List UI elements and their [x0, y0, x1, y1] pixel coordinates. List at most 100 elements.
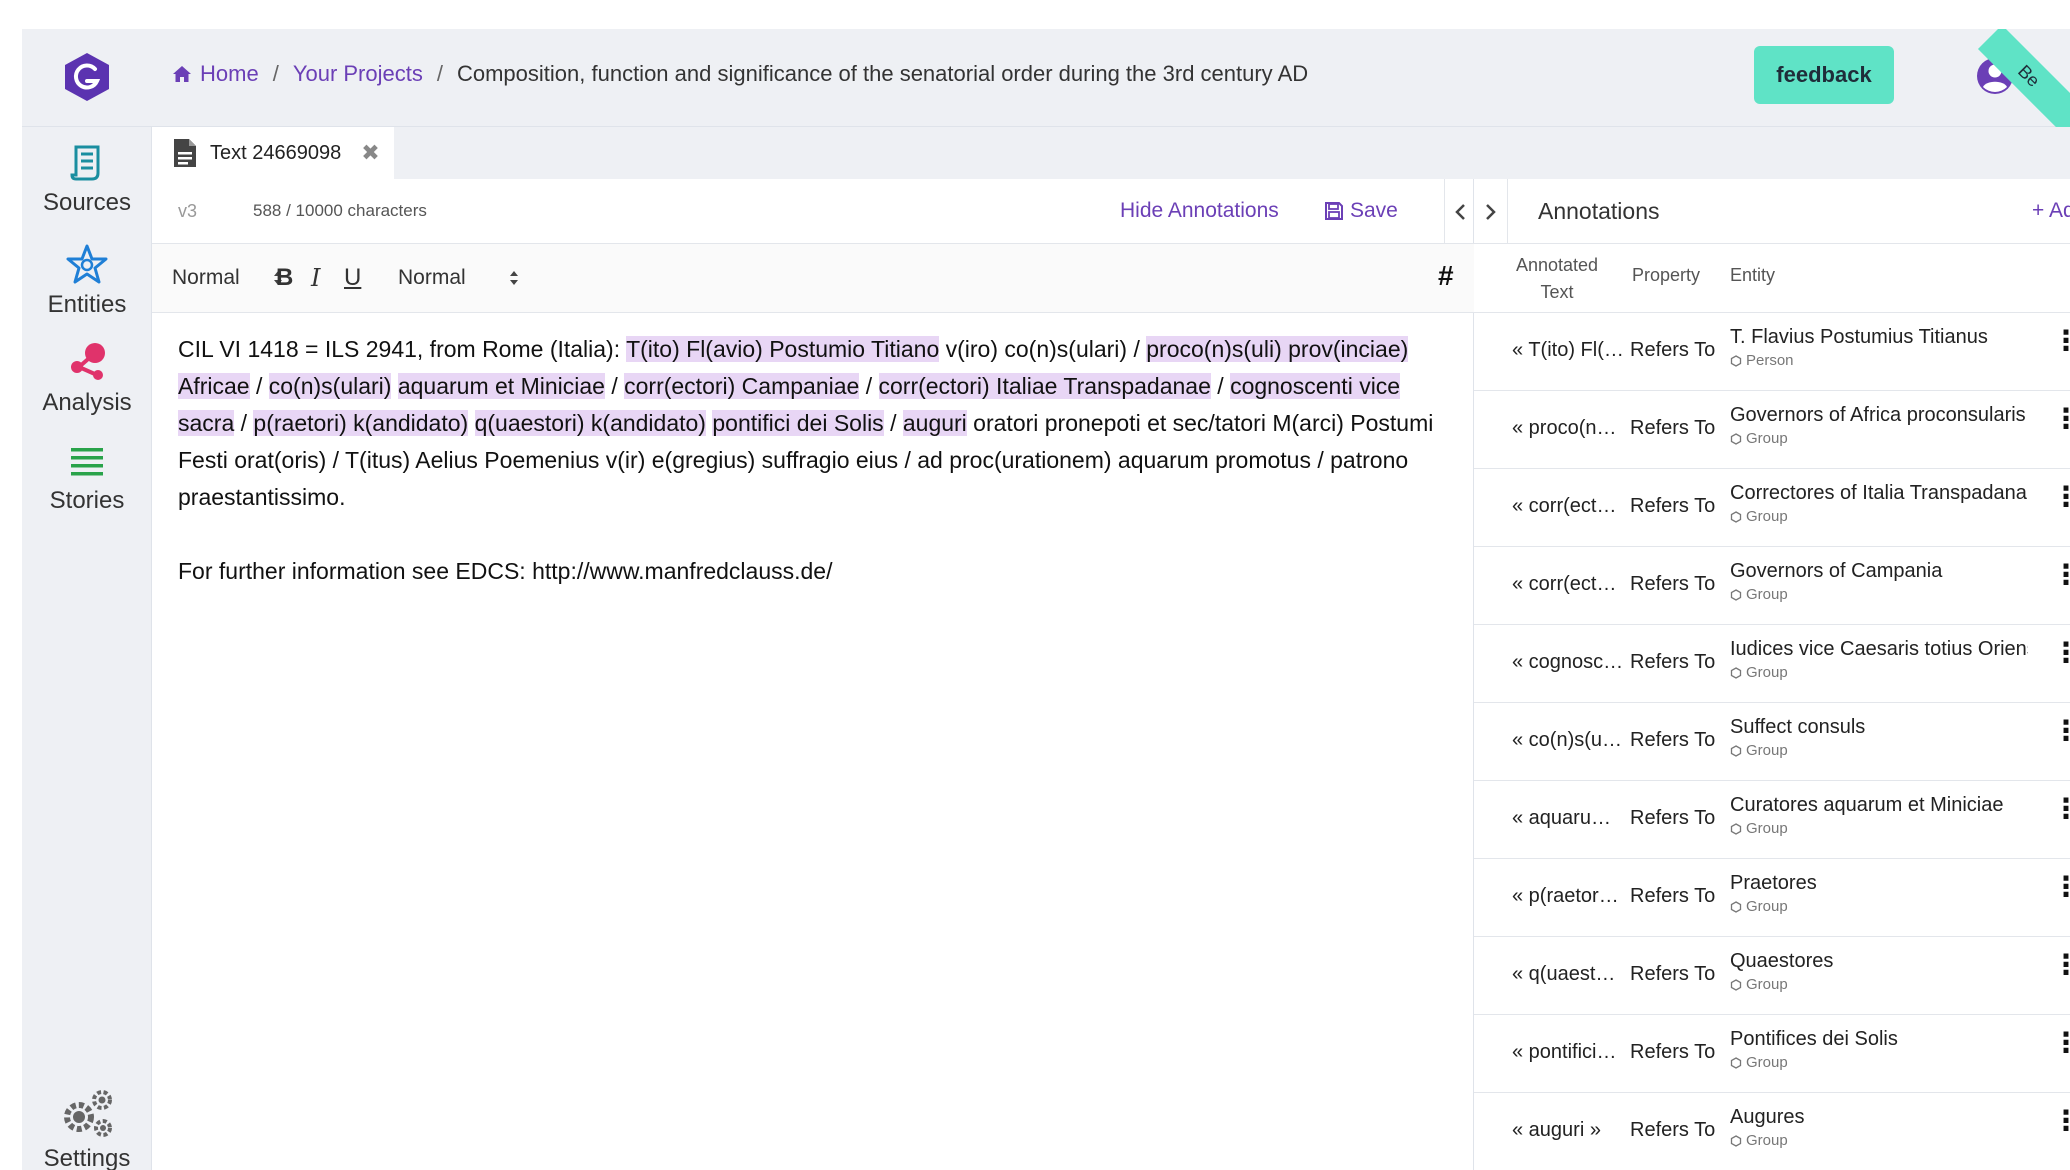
- annotation-highlight[interactable]: co(n)s(ulari): [268, 373, 392, 399]
- sidebar-item-sources[interactable]: Sources: [22, 143, 152, 217]
- annotation-highlight[interactable]: pontifici dei Solis: [712, 410, 884, 436]
- annotated-text-cell[interactable]: « proco(n…: [1512, 417, 1628, 440]
- entity-type: Group: [1730, 976, 2028, 993]
- entity-cell[interactable]: Correctores of Italia Transpadana Group: [1730, 482, 2028, 525]
- app-logo-icon[interactable]: [62, 51, 112, 103]
- entity-cell[interactable]: Curatores aquarum et Miniciae Group: [1730, 794, 2028, 837]
- kebab-menu-icon[interactable]: ⋮: [2052, 327, 2070, 355]
- property-cell: Refers To: [1630, 1041, 1716, 1063]
- entity-cell[interactable]: Praetores Group: [1730, 872, 2028, 915]
- italic-button[interactable]: I: [311, 264, 320, 292]
- annotation-highlight[interactable]: p(raetori) k(andidato): [253, 410, 469, 436]
- entity-cell[interactable]: Augures Group: [1730, 1106, 2028, 1149]
- sidebar-item-entities[interactable]: Entities: [22, 243, 152, 319]
- table-row[interactable]: « aquaru… Refers To Curatores aquarum et M…: [1474, 781, 2070, 859]
- table-row[interactable]: « pontifici… Refers To Pontifices dei Soli…: [1474, 1015, 2070, 1093]
- heading-select[interactable]: Normal: [172, 266, 284, 290]
- entity-type: Group: [1730, 742, 2028, 759]
- plain-text: /: [249, 373, 269, 399]
- table-row[interactable]: « q(uaest… Refers To Quaestores Group ⋮: [1474, 937, 2070, 1015]
- tab-strip: Text 24669098 ✖: [152, 127, 2070, 179]
- tab-text-document[interactable]: Text 24669098 ✖: [152, 127, 394, 179]
- text-editor: v3 588 / 10000 characters Hide Annotatio…: [152, 179, 1474, 1170]
- annotated-text-cell[interactable]: « corr(ect…: [1512, 573, 1628, 596]
- feedback-button[interactable]: feedback: [1754, 46, 1894, 104]
- annotation-highlight[interactable]: corr(ectori) Campaniae: [624, 373, 860, 399]
- kebab-menu-icon[interactable]: ⋮: [2052, 561, 2070, 589]
- table-row[interactable]: « p(raetor… Refers To Praetores Group ⋮: [1474, 859, 2070, 937]
- annotated-text-cell[interactable]: « corr(ect…: [1512, 495, 1628, 518]
- scroll-icon: [70, 145, 100, 181]
- annotation-highlight[interactable]: auguri: [902, 410, 967, 436]
- sidebar-item-label: Settings: [43, 1145, 131, 1170]
- breadcrumb-home[interactable]: Home: [172, 61, 259, 87]
- hide-annotations-button[interactable]: Hide Annotations: [1120, 199, 1279, 223]
- table-row[interactable]: « corr(ect… Refers To Correctores of Itali…: [1474, 469, 2070, 547]
- home-icon: [173, 66, 191, 82]
- entity-cell[interactable]: Iudices vice Caesaris totius Oriens Group: [1730, 638, 2028, 681]
- annotated-text-cell[interactable]: « auguri »: [1512, 1119, 1628, 1142]
- kebab-menu-icon[interactable]: ⋮: [2052, 639, 2070, 667]
- kebab-menu-icon[interactable]: ⋮: [2052, 1029, 2070, 1057]
- annotated-text-cell[interactable]: « q(uaest…: [1512, 963, 1628, 986]
- kebab-menu-icon[interactable]: ⋮: [2052, 873, 2070, 901]
- document-icon: [174, 139, 196, 167]
- sidebar-item-analysis[interactable]: Analysis: [22, 341, 152, 417]
- sidebar-item-stories[interactable]: Stories: [22, 441, 152, 515]
- entity-cell[interactable]: Pontifices dei Solis Group: [1730, 1028, 2028, 1071]
- table-row[interactable]: « auguri » Refers To Augures Group ⋮: [1474, 1093, 2070, 1170]
- entity-name: T. Flavius Postumius Titianus: [1730, 326, 1988, 348]
- kebab-menu-icon[interactable]: ⋮: [2052, 951, 2070, 979]
- entity-type: Group: [1730, 1054, 2028, 1071]
- plain-text: [391, 373, 397, 399]
- entity-cell[interactable]: Governors of Africa proconsularis Group: [1730, 404, 2028, 447]
- underline-button[interactable]: U: [344, 264, 361, 292]
- table-row[interactable]: « co(n)s(u… Refers To Suffect consuls Group…: [1474, 703, 2070, 781]
- column-header-property[interactable]: Property: [1632, 265, 1700, 286]
- annotation-highlight[interactable]: corr(ectori) Italiae Transpadanae: [878, 373, 1211, 399]
- entity-cell[interactable]: Quaestores Group: [1730, 950, 2028, 993]
- bold-button[interactable]: B: [276, 264, 293, 292]
- expand-panel-button[interactable]: [1474, 179, 1508, 244]
- hashtag-button[interactable]: #: [1438, 260, 1454, 292]
- table-row[interactable]: « proco(n… Refers To Governors of Africa p…: [1474, 391, 2070, 469]
- entity-cell[interactable]: Suffect consuls Group: [1730, 716, 2028, 759]
- column-header-annotated-text[interactable]: Annotated Text: [1512, 252, 1602, 306]
- collapse-editor-button[interactable]: [1444, 179, 1474, 244]
- table-row[interactable]: « cognosc… Refers To Iudices vice Caesaris…: [1474, 625, 2070, 703]
- kebab-menu-icon[interactable]: ⋮: [2052, 717, 2070, 745]
- kebab-menu-icon[interactable]: ⋮: [2052, 405, 2070, 433]
- gears-icon: [64, 1090, 112, 1137]
- annotation-highlight[interactable]: aquarum et Miniciae: [397, 373, 605, 399]
- top-header: Home / Your Projects / Composition, func…: [22, 29, 2070, 156]
- kebab-menu-icon[interactable]: ⋮: [2052, 1107, 2070, 1135]
- annotated-text-cell[interactable]: « T(ito) Fl(…: [1512, 339, 1628, 362]
- entity-name: Augures: [1730, 1106, 1805, 1128]
- add-annotation-button[interactable]: + Add: [2032, 199, 2070, 223]
- annotation-highlight[interactable]: T(ito) Fl(avio) Postumio Titiano: [626, 336, 940, 362]
- plain-text: /: [234, 410, 254, 436]
- kebab-menu-icon[interactable]: ⋮: [2052, 795, 2070, 823]
- sidebar-item-label: Entities: [47, 291, 127, 318]
- annotation-highlight[interactable]: q(uaestori) k(andidato): [474, 410, 706, 436]
- annotated-text-cell[interactable]: « co(n)s(u…: [1512, 729, 1628, 752]
- annotated-text-cell[interactable]: « cognosc…: [1512, 651, 1628, 674]
- table-row[interactable]: « corr(ect… Refers To Governors of Campani…: [1474, 547, 2070, 625]
- close-icon[interactable]: ✖: [361, 140, 379, 166]
- save-button[interactable]: Save: [1324, 199, 1398, 223]
- column-header-entity[interactable]: Entity: [1730, 265, 1775, 286]
- table-row[interactable]: « T(ito) Fl(… Refers To T. Flavius Postumi…: [1474, 313, 2070, 391]
- entity-cell[interactable]: T. Flavius Postumius Titianus Person: [1730, 326, 2028, 369]
- kebab-menu-icon[interactable]: ⋮: [2052, 483, 2070, 511]
- text-content[interactable]: CIL VI 1418 = ILS 2941, from Rome (Itali…: [178, 331, 1458, 590]
- entity-cell[interactable]: Governors of Campania Group: [1730, 560, 2028, 603]
- annotated-text-cell[interactable]: « p(raetor…: [1512, 885, 1628, 908]
- font-size-select[interactable]: Normal: [398, 266, 520, 290]
- breadcrumb-projects[interactable]: Your Projects: [293, 61, 423, 87]
- annotated-text-cell[interactable]: « pontifici…: [1512, 1041, 1628, 1064]
- sidebar-item-settings[interactable]: Settings: [22, 1087, 152, 1170]
- property-cell: Refers To: [1630, 963, 1716, 985]
- annotated-text-cell[interactable]: « aquaru…: [1512, 807, 1628, 830]
- hexagon-icon: [1730, 744, 1742, 757]
- hexagon-icon: [1730, 666, 1742, 679]
